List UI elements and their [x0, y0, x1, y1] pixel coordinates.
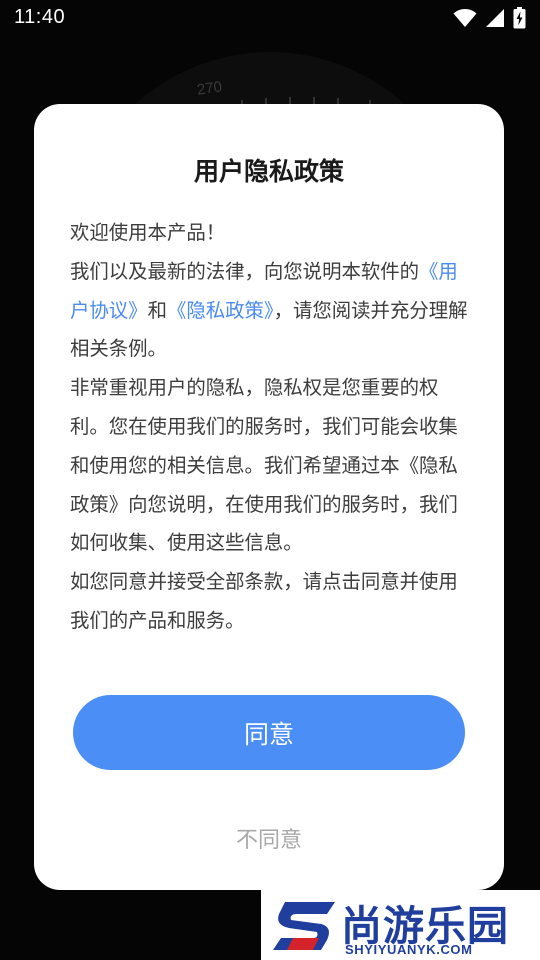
policy-intro-text: 我们以及最新的法律，向您说明本软件的 [70, 259, 420, 283]
watermark-logo-icon [273, 902, 335, 950]
policy-intro-paragraph: 我们以及最新的法律，向您说明本软件的《用户协议》和《隐私政策》，请您阅读并充分理… [70, 253, 472, 369]
watermark: 尚游乐园 SHYIYUANYK.COM [261, 890, 540, 960]
and-text: 和 [147, 298, 167, 322]
status-icons [453, 6, 526, 30]
privacy-importance-paragraph: 非常重视用户的隐私，隐私权是您重要的权利。您在使用我们的服务时，我们可能会收集和… [70, 376, 458, 555]
disagree-button[interactable]: 不同意 [169, 816, 369, 860]
consent-paragraph: 如您同意并接受全部条款，请点击同意并使用我们的产品和服务。 [70, 570, 458, 632]
battery-charging-icon [513, 7, 526, 29]
background-dial-number: 270 [195, 78, 224, 99]
app-screen: 270 11:40 用户隐私政策 欢迎使用本产品！ 我们以及最新的法律，向您说明… [0, 0, 540, 960]
agree-button[interactable]: 同意 [73, 695, 465, 770]
dialog-body: 欢迎使用本产品！ 我们以及最新的法律，向您说明本软件的《用户协议》和《隐私政策》… [70, 214, 472, 641]
welcome-text: 欢迎使用本产品！ [70, 221, 226, 244]
privacy-policy-link[interactable]: 《隐私政策》 [167, 299, 274, 322]
cell-signal-icon [485, 8, 505, 28]
watermark-name-en: SHYIYUANYK.COM [345, 942, 473, 957]
wifi-icon [453, 8, 477, 28]
status-time: 11:40 [14, 6, 66, 28]
privacy-dialog: 用户隐私政策 欢迎使用本产品！ 我们以及最新的法律，向您说明本软件的《用户协议》… [34, 104, 504, 890]
status-bar: 11:40 [0, 0, 540, 36]
dialog-title: 用户隐私政策 [193, 157, 344, 186]
